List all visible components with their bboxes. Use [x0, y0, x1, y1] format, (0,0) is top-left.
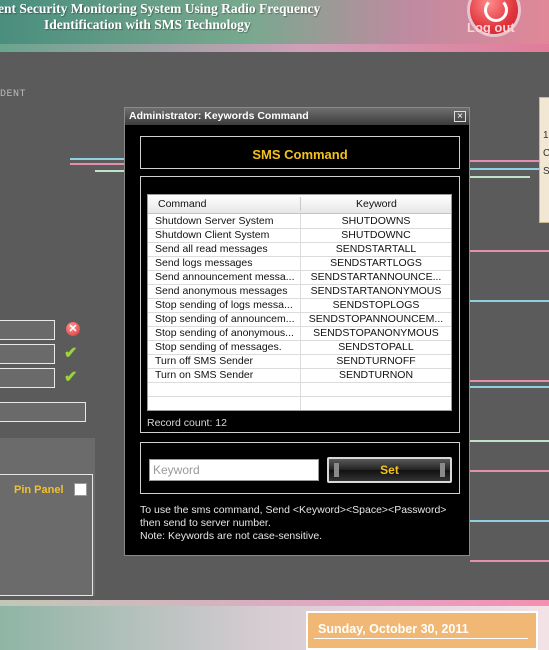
login-field-4[interactable] — [0, 402, 86, 422]
command-cell[interactable]: Turn off SMS Sender — [155, 355, 297, 367]
table-row[interactable]: Stop sending of messages. SENDSTOPALL — [148, 340, 451, 355]
column-header-keyword[interactable]: Keyword — [356, 198, 397, 210]
dialog-title: Administrator: Keywords Command — [129, 110, 309, 122]
pin-panel-label: Pin Panel — [14, 484, 64, 496]
table-row[interactable]: Send anonymous messages SENDSTARTANONYMOU… — [148, 284, 451, 299]
command-cell[interactable]: Send logs messages — [155, 257, 297, 269]
command-cell[interactable]: Send all read messages — [155, 243, 297, 255]
command-cell[interactable]: Stop sending of logs messa... — [155, 299, 297, 311]
table-row[interactable]: Send logs messages SENDSTARTLOGS — [148, 256, 451, 271]
table-row[interactable]: Stop sending of logs messa... SENDSTOPLOG… — [148, 298, 451, 313]
set-button[interactable]: Set — [327, 457, 452, 483]
login-field-2[interactable] — [0, 344, 55, 364]
login-field-1[interactable] — [0, 320, 55, 340]
keyword-cell[interactable]: SHUTDOWNC — [301, 229, 451, 241]
close-icon[interactable]: × — [454, 111, 466, 122]
keyword-cell[interactable]: SENDSTARTANONYMOUS — [301, 285, 451, 297]
checkmark-icon: ✔ — [64, 345, 78, 362]
keywords-grid[interactable]: Command Keyword Shutdown Server System SH… — [147, 194, 452, 411]
checkmark-icon: ✔ — [64, 369, 78, 386]
command-cell[interactable]: Send anonymous messages — [155, 285, 297, 297]
background-label: DENT — [0, 89, 27, 100]
app-title-line2: Identification with SMS Technology — [44, 17, 251, 32]
table-row[interactable]: Send all read messages SENDSTARTALL — [148, 242, 451, 257]
keyword-cell[interactable]: SENDSTOPANONYMOUS — [301, 327, 451, 339]
keyword-cell[interactable]: SENDTURNON — [301, 369, 451, 381]
table-row[interactable] — [148, 382, 451, 397]
header-stripe — [0, 44, 549, 52]
keyword-cell[interactable]: SENDSTARTALL — [301, 243, 451, 255]
sms-command-title: SMS Command — [252, 147, 348, 162]
dialog-titlebar[interactable]: Administrator: Keywords Command × — [125, 108, 469, 125]
cell-divider — [300, 382, 301, 396]
command-cell[interactable]: Shutdown Client System — [155, 229, 297, 241]
pin-panel-checkbox[interactable] — [74, 483, 87, 496]
table-row[interactable]: Turn off SMS Sender SENDTURNOFF — [148, 354, 451, 369]
table-row[interactable]: Shutdown Client System SHUTDOWNC — [148, 228, 451, 243]
keyword-cell[interactable]: SENDTURNOFF — [301, 355, 451, 367]
column-header-command[interactable]: Command — [158, 198, 206, 210]
keyword-cell[interactable]: SHUTDOWNS — [301, 215, 451, 227]
cell-divider — [300, 396, 301, 410]
left-section-header — [0, 438, 95, 472]
table-row[interactable]: Send announcement messa... SENDSTARTANNOU… — [148, 270, 451, 285]
help-text-line1: To use the sms command, Send <Keyword><S… — [140, 504, 447, 516]
table-row[interactable]: Shutdown Server System SHUTDOWNS — [148, 214, 451, 229]
record-count: Record count: 12 — [147, 417, 227, 429]
keywords-command-dialog: Administrator: Keywords Command × SMS Co… — [124, 107, 470, 556]
sms-command-header: SMS Command — [140, 136, 460, 169]
logout-button-label[interactable]: Log out — [467, 20, 515, 35]
login-field-3[interactable] — [0, 368, 55, 388]
right-panel-char: C — [543, 148, 549, 159]
help-text-line2: then send to server number. — [140, 517, 271, 529]
app-title-line1: ent Security Monitoring System Using Rad… — [0, 1, 321, 16]
command-cell[interactable]: Stop sending of announcem... — [155, 313, 297, 325]
table-row[interactable]: Stop sending of anonymous... SENDSTOPANON… — [148, 326, 451, 341]
column-divider — [300, 197, 301, 211]
table-row[interactable]: Stop sending of announcem... SENDSTOPANNO… — [148, 312, 451, 327]
keyword-cell[interactable]: SENDSTARTLOGS — [301, 257, 451, 269]
command-cell[interactable]: Stop sending of anonymous... — [155, 327, 297, 339]
grid-header: Command Keyword — [148, 195, 451, 214]
clock-date: Sunday, October 30, 2011 — [318, 622, 469, 636]
command-cell[interactable]: Send announcement messa... — [155, 271, 297, 283]
keyword-cell[interactable]: SENDSTARTANNOUNCE... — [301, 271, 451, 283]
right-info-panel: 1 C S — [539, 97, 549, 223]
right-panel-char: 1 — [543, 130, 549, 141]
command-cell[interactable]: Stop sending of messages. — [155, 341, 297, 353]
error-x-icon: ✕ — [66, 322, 80, 336]
keyword-cell[interactable]: SENDSTOPALL — [301, 341, 451, 353]
table-row[interactable]: Turn on SMS Sender SENDTURNON — [148, 368, 451, 383]
keyword-input[interactable] — [149, 459, 319, 481]
help-text-line3: Note: Keywords are not case-sensitive. — [140, 530, 323, 542]
command-cell[interactable]: Turn on SMS Sender — [155, 369, 297, 381]
keyword-cell[interactable]: SENDSTOPLOGS — [301, 299, 451, 311]
right-panel-char: S — [543, 166, 549, 177]
clock-divider — [314, 638, 528, 639]
keyword-cell[interactable]: SENDSTOPANNOUNCEM... — [301, 313, 451, 325]
command-cell[interactable]: Shutdown Server System — [155, 215, 297, 227]
table-row[interactable] — [148, 396, 451, 410]
